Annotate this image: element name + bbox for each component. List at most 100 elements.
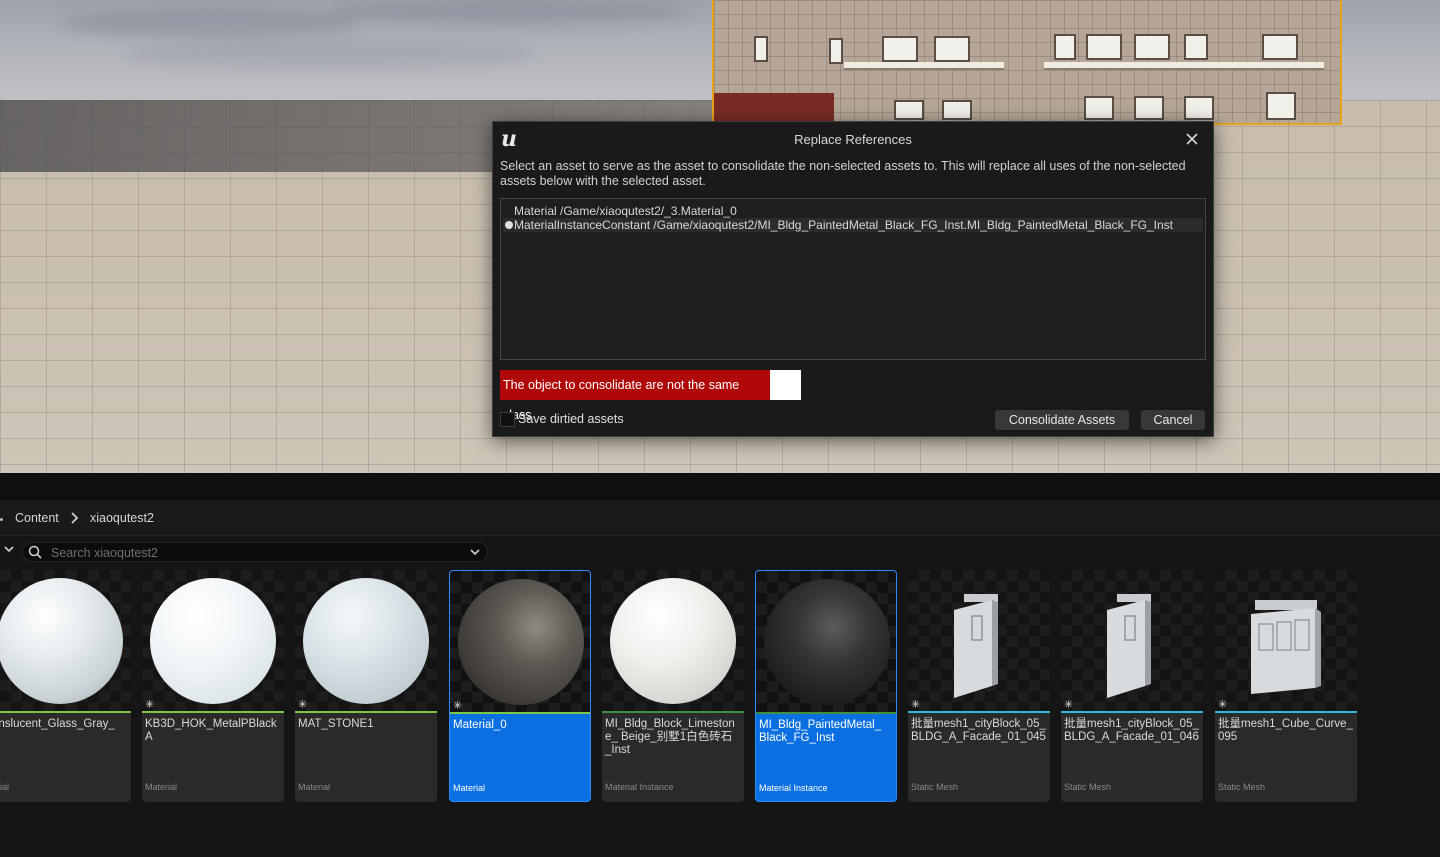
breadcrumb: Content xiaoqutest2 <box>0 503 1440 536</box>
star-icon: ✳ <box>145 699 155 711</box>
asset-type-color-bar <box>0 711 131 713</box>
star-icon: ✳ <box>911 699 921 711</box>
asset-tile[interactable]: ✳ 批量mesh1_cityBlock_05_ BLDG_A_Facade_01_… <box>1061 570 1203 802</box>
cloud <box>60 8 360 38</box>
radio-button[interactable] <box>505 207 513 215</box>
asset-type-color-bar <box>1215 711 1357 713</box>
asset-grid: anslucent_Glass_Gray_erial ✳ KB3D_HOK_Meta… <box>0 570 1440 804</box>
asset-type: Material Instance <box>759 783 828 793</box>
chevron-down-icon[interactable] <box>469 545 481 562</box>
asset-type: erial <box>0 782 10 792</box>
dialog-title: Replace References <box>794 132 912 147</box>
cloud <box>330 0 690 24</box>
asset-thumbnail <box>295 570 437 711</box>
asset-thumbnail <box>0 570 131 711</box>
error-swatch <box>770 370 801 400</box>
asset-thumbnail <box>756 571 896 712</box>
asset-type-color-bar <box>602 711 744 713</box>
asset-row-label: MaterialInstanceConstant /Game/xiaoqutes… <box>514 218 1174 232</box>
asset-row-material-0[interactable]: Material /Game/xiaoqutest2/_3.Material_0 <box>503 204 1203 218</box>
search-box[interactable] <box>22 542 488 562</box>
asset-tile[interactable]: anslucent_Glass_Gray_erial <box>0 570 131 802</box>
building-window <box>942 100 972 120</box>
search-row <box>0 537 1440 567</box>
building-window <box>1134 96 1164 120</box>
save-dirtied-checkbox[interactable] <box>500 412 515 427</box>
asset-thumbnail <box>142 570 284 711</box>
close-icon[interactable] <box>1183 130 1201 148</box>
asset-type-color-bar <box>450 712 590 714</box>
asset-name: MAT_STONE1 <box>298 718 374 730</box>
asset-tile[interactable]: ✳ 批量mesh1_cityBlock_05_ BLDG_A_Facade_01_… <box>908 570 1050 802</box>
asset-row-mi-painted-metal[interactable]: MaterialInstanceConstant /Game/xiaoqutes… <box>503 218 1203 232</box>
asset-name: 批量mesh1_cityBlock_05_ BLDG_A_Facade_01_0… <box>1064 718 1199 743</box>
asset-tile[interactable]: ✳ Material_0 Material <box>449 570 591 802</box>
asset-type-color-bar <box>295 711 437 713</box>
dialog-title-bar[interactable]: u Replace References <box>493 122 1213 156</box>
asset-type: Material <box>298 782 331 792</box>
material-sphere-preview <box>610 578 736 704</box>
material-sphere-preview <box>0 578 123 704</box>
building-window <box>882 36 918 62</box>
asset-thumbnail <box>1215 570 1357 711</box>
asset-tile[interactable]: ✳ MAT_STONE1 Material <box>295 570 437 802</box>
asset-thumbnail <box>602 570 744 711</box>
asset-name: 批量mesh1_Cube_Curve_ 095 <box>1218 718 1353 743</box>
static-mesh-preview <box>1061 570 1203 716</box>
asset-tile[interactable]: MI_Bldg_Block_Limestone_ Beige_别墅1白色砖石_I… <box>602 570 744 802</box>
content-browser-toolbar <box>0 473 1440 502</box>
cloud <box>120 40 540 70</box>
asset-name: MI_Bldg_Block_Limestone_ Beige_别墅1白色砖石_I… <box>605 718 735 756</box>
selected-building[interactable] <box>712 0 1342 125</box>
consolidate-asset-list[interactable]: Material /Game/xiaoqutest2/_3.Material_0… <box>500 198 1206 360</box>
asset-type: Material <box>453 783 486 793</box>
replace-references-dialog: u Replace References Select an asset to … <box>492 121 1214 437</box>
asset-name: MI_Bldg_PaintedMetal_ Black_FG_Inst <box>759 719 882 744</box>
breadcrumb-xiaoqutest2[interactable]: xiaoqutest2 <box>90 511 154 525</box>
error-message: The object to consolidate are not the sa… <box>500 370 770 422</box>
material-sphere-preview <box>458 579 584 705</box>
asset-type-color-bar <box>142 711 284 713</box>
asset-name: Material_0 <box>453 719 507 731</box>
search-input[interactable] <box>49 544 453 562</box>
asset-thumbnail <box>1061 570 1203 711</box>
asset-type: Material <box>145 782 178 792</box>
asset-name: anslucent_Glass_Gray_ <box>0 718 115 730</box>
asset-tile[interactable]: ✳ KB3D_HOK_MetalPBlackA Material <box>142 570 284 802</box>
radio-button-selected[interactable] <box>505 221 513 229</box>
building-window <box>829 38 843 64</box>
dialog-description: Select an asset to serve as the asset to… <box>500 159 1186 188</box>
asset-type: Static Mesh <box>1064 782 1112 792</box>
building-window <box>1262 34 1298 60</box>
breadcrumb-dot-icon <box>0 518 3 521</box>
asset-tile[interactable]: MI_Bldg_PaintedMetal_ Black_FG_Inst Mater… <box>755 570 897 802</box>
building-window <box>754 36 768 62</box>
building-window <box>1084 96 1114 120</box>
chevron-right-icon[interactable] <box>70 511 80 528</box>
asset-type-color-bar <box>908 711 1050 713</box>
asset-name: 批量mesh1_cityBlock_05_ BLDG_A_Facade_01_0… <box>911 718 1046 743</box>
chevron-down-icon[interactable] <box>3 544 15 557</box>
building-window <box>934 36 970 62</box>
asset-type: Material Instance <box>605 782 674 792</box>
static-mesh-preview <box>1215 570 1357 716</box>
asset-type: Static Mesh <box>911 782 959 792</box>
consolidate-assets-button[interactable]: Consolidate Assets <box>995 410 1129 430</box>
building-window <box>1184 96 1214 120</box>
asset-row-label: Material /Game/xiaoqutest2/_3.Material_0 <box>514 204 737 218</box>
building-window <box>1266 92 1296 120</box>
building-window <box>1086 34 1122 60</box>
building-brick-base <box>714 93 834 123</box>
cancel-button[interactable]: Cancel <box>1141 410 1205 430</box>
building-balcony <box>1044 62 1324 70</box>
breadcrumb-content[interactable]: Content <box>15 511 59 525</box>
asset-type-color-bar <box>1061 711 1203 713</box>
asset-thumbnail <box>908 570 1050 711</box>
star-icon: ✳ <box>1064 699 1074 711</box>
star-icon: ✳ <box>453 700 463 712</box>
asset-name: KB3D_HOK_MetalPBlackA <box>145 718 277 743</box>
asset-tile[interactable]: ✳ 批量mesh1_Cube_Curve_ 095 Static Mesh <box>1215 570 1357 802</box>
building-window <box>1054 34 1076 60</box>
asset-type-color-bar <box>756 712 896 714</box>
search-icon <box>28 545 42 559</box>
